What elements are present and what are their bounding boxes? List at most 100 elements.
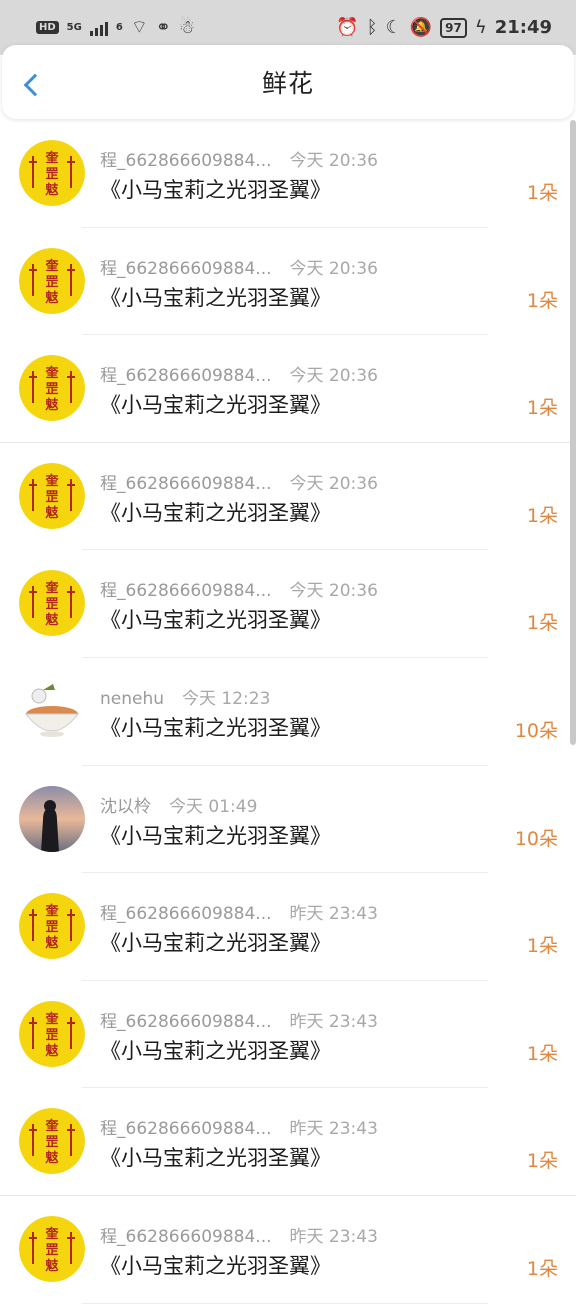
list-item[interactable]: 奎罡鬾程_662866609884... 今天 20:36 《小马宝莉之光羽圣翼》 1… xyxy=(0,120,576,228)
avatar[interactable]: 奎罡鬾 xyxy=(19,1108,85,1175)
list-item[interactable]: 奎罡鬾程_662866609884... 今天 20:36 《小马宝莉之光羽圣翼》 1… xyxy=(0,335,576,443)
alarm-icon: ⏰ xyxy=(336,16,359,38)
app-header: 鲜花 xyxy=(2,45,574,119)
flower-count: 1朵 xyxy=(526,1150,558,1173)
status-right: ⏰ ᛒ ☾ 🔕 97 ϟ 21:49 xyxy=(336,17,552,38)
svg-text:罡: 罡 xyxy=(45,382,58,397)
svg-text:奎: 奎 xyxy=(44,365,59,381)
avatar[interactable]: 奎罡鬾 xyxy=(19,247,85,314)
timestamp: 昨天 23:43 xyxy=(289,1226,378,1247)
username: 沈以柃 xyxy=(100,796,151,817)
hd-badge: HD xyxy=(36,21,59,34)
avatar[interactable]: 奎罡鬾 xyxy=(19,893,85,960)
username: nenehu xyxy=(100,688,165,709)
flower-count: 1朵 xyxy=(526,182,558,204)
qq-icon: ☃ xyxy=(178,16,195,38)
timestamp: 今天 20:36 xyxy=(289,258,378,279)
svg-text:奎: 奎 xyxy=(44,1226,59,1242)
work-title: 《小马宝莉之光羽圣翼》 xyxy=(100,178,331,202)
item-meta: 程_662866609884... 今天 20:36 xyxy=(100,254,378,279)
timestamp: 今天 01:49 xyxy=(169,796,258,817)
timestamp: 今天 20:36 xyxy=(289,151,378,171)
svg-text:罡: 罡 xyxy=(45,1028,58,1043)
work-title: 《小马宝莉之光羽圣翼》 xyxy=(100,1038,331,1063)
flower-count: 1朵 xyxy=(526,1257,558,1280)
flower-count: 1朵 xyxy=(526,504,558,527)
avatar[interactable] xyxy=(19,785,85,852)
svg-text:奎: 奎 xyxy=(44,258,59,274)
username: 程_662866609884... xyxy=(100,1011,272,1032)
scrollbar[interactable] xyxy=(570,120,576,745)
work-title: 《小马宝莉之光羽圣翼》 xyxy=(100,393,331,418)
svg-text:鬾: 鬾 xyxy=(44,1043,58,1059)
network-type: 5G xyxy=(66,22,82,33)
svg-text:罡: 罡 xyxy=(45,275,58,290)
link-icon: ⚭ xyxy=(155,16,171,38)
list-item[interactable]: nenehu 今天 12:23 《小马宝莉之光羽圣翼》 10朵 xyxy=(0,658,576,766)
wifi-icon: ⌔ xyxy=(130,16,148,38)
list-item[interactable]: 奎罡鬾程_662866609884... 昨天 23:43 《小马宝莉之光羽圣翼》 1… xyxy=(0,1088,576,1196)
chevron-left-icon xyxy=(23,73,47,97)
avatar[interactable]: 奎罡鬾 xyxy=(19,140,85,206)
list-item[interactable]: 奎罡鬾程_662866609884... 今天 20:36 《小马宝莉之光羽圣翼》 1… xyxy=(0,550,576,658)
svg-text:罡: 罡 xyxy=(45,597,58,612)
page-title: 鲜花 xyxy=(261,69,314,98)
avatar[interactable]: 奎罡鬾 xyxy=(19,355,85,422)
flower-count: 10朵 xyxy=(514,719,558,742)
avatar[interactable]: 奎罡鬾 xyxy=(19,462,85,529)
username: 程_662866609884... xyxy=(100,1226,272,1247)
item-meta: 程_662866609884... 昨天 23:43 xyxy=(100,1222,378,1247)
work-title: 《小马宝莉之光羽圣翼》 xyxy=(100,1146,331,1171)
timestamp: 今天 20:36 xyxy=(289,473,378,494)
work-title: 《小马宝莉之光羽圣翼》 xyxy=(100,285,331,310)
item-meta: 程_662866609884... 今天 20:36 xyxy=(100,576,378,601)
item-meta: 程_662866609884... 昨天 23:43 xyxy=(100,899,378,924)
item-meta: nenehu 今天 12:23 xyxy=(100,684,270,709)
signal-icon xyxy=(89,20,108,36)
svg-text:鬾: 鬾 xyxy=(44,1258,58,1274)
svg-text:奎: 奎 xyxy=(44,473,59,489)
timestamp: 今天 20:36 xyxy=(289,366,378,387)
avatar[interactable]: 奎罡鬾 xyxy=(19,1215,85,1282)
timestamp: 昨天 23:43 xyxy=(289,1119,378,1140)
list-item[interactable]: 奎罡鬾程_662866609884... 昨天 23:43 《小马宝莉之光羽圣翼》 1… xyxy=(0,981,576,1089)
timestamp: 今天 20:36 xyxy=(289,581,378,602)
svg-text:罡: 罡 xyxy=(45,1243,58,1258)
svg-text:罡: 罡 xyxy=(45,167,58,182)
work-title: 《小马宝莉之光羽圣翼》 xyxy=(100,823,331,848)
timestamp: 昨天 23:43 xyxy=(289,904,378,925)
work-title: 《小马宝莉之光羽圣翼》 xyxy=(100,1253,331,1278)
svg-text:鬾: 鬾 xyxy=(44,290,58,306)
username: 程_662866609884... xyxy=(100,366,272,387)
list-item[interactable]: 奎罡鬾程_662866609884... 今天 20:36 《小马宝莉之光羽圣翼》 1… xyxy=(0,443,576,551)
svg-text:鬾: 鬾 xyxy=(44,1150,58,1166)
list-item[interactable]: 奎罡鬾程_662866609884... 今天 20:36 《小马宝莉之光羽圣翼》 1… xyxy=(0,228,576,336)
svg-text:奎: 奎 xyxy=(44,903,59,919)
flower-count: 1朵 xyxy=(526,397,558,420)
username: 程_662866609884... xyxy=(100,581,272,602)
username: 程_662866609884... xyxy=(100,473,272,494)
item-meta: 沈以柃 今天 01:49 xyxy=(100,792,257,817)
item-meta: 程_662866609884... 今天 20:36 xyxy=(100,361,378,386)
mute-bell-icon: 🔕 xyxy=(409,16,433,38)
list-item[interactable]: 奎罡鬾程_662866609884... 昨天 23:43 《小马宝莉之光羽圣翼》 1… xyxy=(0,1196,576,1304)
list-item[interactable]: 奎罡鬾程_662866609884... 昨天 23:43 《小马宝莉之光羽圣翼》 1… xyxy=(0,873,576,981)
svg-text:奎: 奎 xyxy=(44,150,59,166)
bluetooth-icon: ᛒ xyxy=(366,16,378,38)
item-meta: 程_662866609884... 昨天 23:43 xyxy=(100,1007,378,1032)
avatar[interactable]: 奎罡鬾 xyxy=(19,1000,85,1067)
list-item[interactable]: 沈以柃 今天 01:49 《小马宝莉之光羽圣翼》 10朵 xyxy=(0,766,576,874)
work-title: 《小马宝莉之光羽圣翼》 xyxy=(100,931,331,956)
svg-text:奎: 奎 xyxy=(44,580,59,596)
timestamp: 昨天 23:43 xyxy=(289,1011,378,1032)
flower-count: 1朵 xyxy=(526,935,558,958)
back-button[interactable] xyxy=(20,71,47,99)
avatar[interactable]: 奎罡鬾 xyxy=(19,570,85,637)
svg-text:鬾: 鬾 xyxy=(44,505,58,521)
svg-text:鬾: 鬾 xyxy=(44,935,58,951)
avatar[interactable] xyxy=(19,677,85,744)
flower-list: 奎罡鬾程_662866609884... 今天 20:36 《小马宝莉之光羽圣翼》 1… xyxy=(0,120,576,1304)
status-left: HD 5G 6 ⌔ ⚭ ☃ xyxy=(36,16,195,38)
svg-text:鬾: 鬾 xyxy=(44,182,58,198)
flower-count: 1朵 xyxy=(526,612,558,635)
